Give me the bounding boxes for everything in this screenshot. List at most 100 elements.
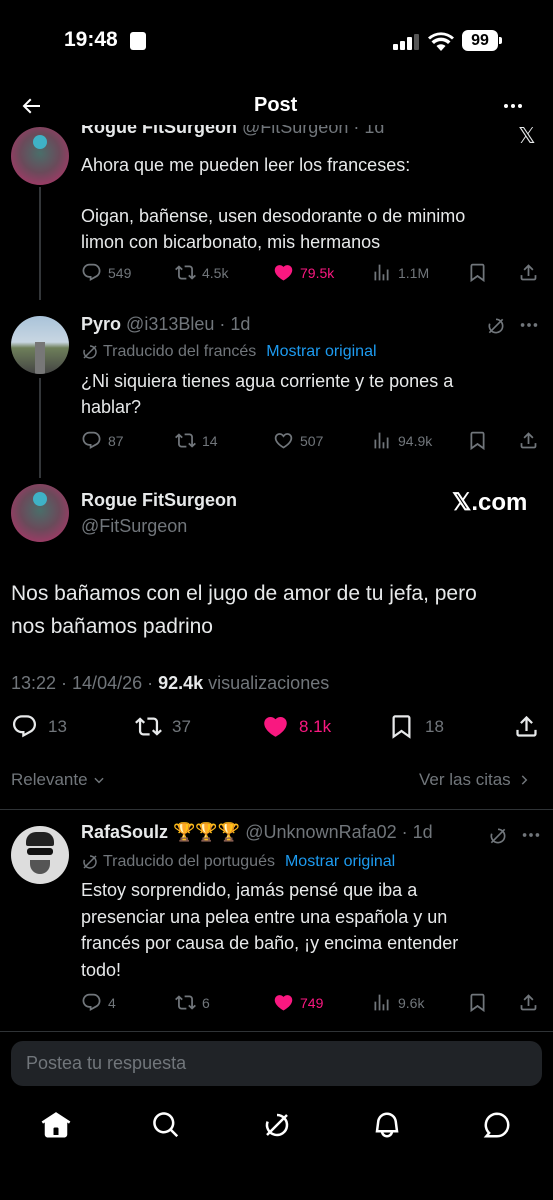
notifications-icon[interactable] [372,1110,402,1140]
more-options-icon[interactable] [520,824,542,846]
author-handle[interactable]: @FitSurgeon [81,516,187,537]
avatar-main[interactable] [11,484,69,542]
views-icon [371,992,392,1013]
views-button[interactable]: 1.1M [371,262,429,283]
like-button[interactable]: 749 [273,992,323,1013]
author-name[interactable]: Pyro [81,314,121,334]
translation-row: Traducido del portugués Mostrar original [81,853,395,871]
author-name[interactable]: RafaSoulz 🏆🏆🏆 [81,822,240,842]
tweet-meta: 13:22 · 14/04/26 · 92.4k visualizaciones [11,673,329,694]
reply-icon [81,262,102,283]
tweet-line: Ahora que me pueden leer los franceses: [81,155,411,175]
chevron-right-icon [521,775,528,785]
grok-icon[interactable] [486,316,506,336]
bookmark-icon [388,713,415,740]
like-button[interactable]: 8.1k [262,713,331,740]
translate-icon [81,343,99,361]
reply-button[interactable]: 13 [11,713,67,740]
more-options-icon[interactable] [500,94,526,118]
author-name[interactable]: Rogue FitSurgeon [81,490,237,511]
reply-input[interactable] [26,1041,526,1086]
divider [0,809,553,810]
share-icon [518,430,539,451]
reply-button[interactable]: 549 [81,262,131,283]
avatar-rafasoulz[interactable] [11,826,69,884]
views-button[interactable]: 94.9k [371,430,432,451]
repost-button[interactable]: 37 [135,713,191,740]
repost-icon [175,992,196,1013]
repost-icon [175,430,196,451]
tweet-line: Nos bañamos con el jugo de amor de tu je… [11,582,477,605]
share-button[interactable] [518,992,539,1013]
grok-icon[interactable] [488,826,508,846]
views-button[interactable]: 9.6k [371,992,424,1013]
heart-filled-icon [273,992,294,1013]
bookmark-button[interactable] [467,262,488,283]
sort-dropdown[interactable]: Relevante [11,770,106,790]
share-button[interactable] [513,713,540,740]
reply-button[interactable]: 87 [81,430,124,451]
repost-icon [175,262,196,283]
messages-icon[interactable] [482,1110,512,1140]
x-close-icon[interactable]: 𝕏 [518,125,536,149]
bottom-nav [0,1096,553,1200]
back-arrow-icon[interactable] [18,94,44,118]
view-quotes-label: Ver las citas [419,770,511,789]
bookmark-icon [467,430,488,451]
reply-button[interactable]: 4 [81,992,116,1013]
show-original-link[interactable]: Mostrar original [266,343,376,361]
author-name[interactable]: Rogue FitSurgeon [81,125,237,137]
tweet-line: Oigan, bañense, usen desodorante o de mi… [81,206,466,226]
tweet-line: Estoy sorprendido, jamás pensé que iba a [81,880,418,900]
like-button[interactable]: 507 [273,430,323,451]
views-label: visualizaciones [203,673,330,693]
more-options-icon[interactable] [518,314,540,336]
battery-tip [499,37,502,44]
bookmark-icon [467,992,488,1013]
author-handle[interactable]: @FitSurgeon · 1d [242,125,384,137]
like-button[interactable]: 79.5k [273,262,334,283]
heart-icon [273,430,294,451]
avatar[interactable] [11,127,69,185]
heart-filled-icon [273,262,294,283]
author-handle[interactable]: @UnknownRafa02 · 1d [245,822,432,842]
search-icon[interactable] [151,1110,181,1140]
share-button[interactable] [518,262,539,283]
x-com-watermark: 𝕏.com [452,489,528,516]
tweet-text: Ahora que me pueden leer los franceses: … [81,152,465,255]
timestamp[interactable]: 13:22 · 14/04/26 · [11,673,158,693]
bookmark-button[interactable]: 18 [388,713,444,740]
views-icon [371,430,392,451]
battery-indicator: 99 [462,30,498,51]
repost-button[interactable]: 14 [175,430,218,451]
share-icon [518,992,539,1013]
tweet-line: todo! [81,959,122,980]
heart-filled-icon [262,713,289,740]
show-original-link[interactable]: Mostrar original [285,853,395,871]
bookmark-button[interactable] [467,430,488,451]
translation-row: Traducido del francés Mostrar original [81,343,377,361]
author-handle[interactable]: @i313Bleu · 1d [126,314,250,334]
reply-icon [11,713,38,740]
translate-icon [81,853,99,871]
translated-label: Traducido del francés [103,343,257,360]
views-count: 92.4k [158,673,204,693]
reply-composer[interactable] [11,1041,542,1086]
avatar-pyro[interactable] [11,316,69,374]
share-button[interactable] [518,430,539,451]
home-icon[interactable] [41,1110,71,1140]
repost-button[interactable]: 4.5k [175,262,228,283]
bookmark-button[interactable] [467,992,488,1013]
views-icon [371,262,392,283]
grok-icon[interactable] [262,1110,292,1140]
status-time: 19:48 [64,28,118,51]
battery-level: 99 [471,31,489,49]
repost-button[interactable]: 6 [175,992,210,1013]
tweet-line: francés por causa de baño, ¡y encima ent… [81,933,459,953]
chevron-down-icon [93,777,104,784]
page-title: Post [254,94,298,116]
tweet-text: Estoy sorprendido, jamás pensé que iba a… [81,877,458,983]
view-quotes-link[interactable]: Ver las citas [419,770,531,790]
tweet-line: nos bañamos padrino [11,615,213,638]
sort-label: Relevante [11,770,88,789]
